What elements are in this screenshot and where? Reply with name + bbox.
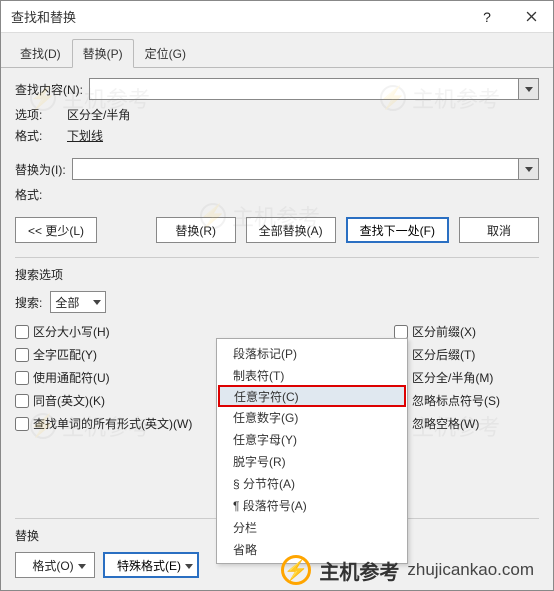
search-direction-row: 搜索: 全部 — [15, 291, 539, 313]
chevron-down-icon — [525, 87, 533, 92]
search-direction-select[interactable]: 全部 — [50, 291, 106, 313]
menu-item[interactable]: 任意数字(G) — [219, 406, 405, 428]
replace-with-label: 替换为(I): — [15, 161, 66, 178]
find-what-label: 查找内容(N): — [15, 81, 83, 98]
checkbox-label: 查找单词的所有形式(英文)(W) — [33, 415, 192, 432]
search-label: 搜索: — [15, 294, 42, 311]
chevron-down-icon — [185, 564, 193, 569]
format-info: 格式: 下划线 — [15, 127, 539, 144]
checkbox-label: 忽略空格(W) — [412, 415, 479, 432]
checkbox-row: 区分后缀(T) — [394, 346, 539, 363]
replace-with-dropdown[interactable] — [518, 159, 538, 179]
chevron-down-icon — [93, 300, 101, 305]
special-format-menu-button[interactable]: 特殊格式(E) — [103, 552, 199, 578]
replace-button[interactable]: 替换(R) — [156, 217, 236, 243]
checkbox[interactable] — [15, 417, 29, 431]
close-icon — [526, 11, 537, 22]
find-what-input[interactable] — [90, 79, 518, 99]
less-button[interactable]: << 更少(L) — [15, 217, 97, 243]
menu-item[interactable]: 制表符(T) — [219, 364, 405, 386]
menu-item[interactable]: § 分节符(A) — [219, 472, 405, 494]
format-menu-label: 格式(O) — [32, 557, 73, 574]
replace-with-input[interactable] — [73, 159, 518, 179]
format2-info: 格式: — [15, 186, 539, 203]
options-label: 选项: — [15, 106, 67, 123]
brand-overlay: ⚡ 主机参考 zhujicankao.com — [281, 555, 534, 585]
checks-right: 区分前缀(X) 区分后缀(T) 区分全/半角(M) 忽略标点符号(S) 忽略空格(W) — [394, 323, 539, 432]
chevron-down-icon — [78, 564, 86, 569]
menu-item[interactable]: 任意字符(C) — [218, 385, 406, 407]
tab-find[interactable]: 查找(D) — [9, 39, 72, 68]
menu-item[interactable]: 脱字号(R) — [219, 450, 405, 472]
close-button[interactable] — [509, 1, 553, 33]
checkbox-label: 区分后缀(T) — [412, 346, 475, 363]
format2-label: 格式: — [15, 186, 67, 203]
menu-item[interactable]: 任意字母(Y) — [219, 428, 405, 450]
chevron-down-icon — [525, 167, 533, 172]
tabstrip: 查找(D) 替换(P) 定位(G) — [1, 33, 553, 68]
options-value: 区分全/半角 — [67, 106, 130, 123]
special-format-menu-label: 特殊格式(E) — [117, 557, 181, 574]
tab-goto[interactable]: 定位(G) — [134, 39, 197, 68]
brand-url: zhujicankao.com — [407, 560, 534, 580]
checkbox[interactable] — [394, 325, 408, 339]
separator — [15, 257, 539, 258]
checkbox-row: 区分前缀(X) — [394, 323, 539, 340]
format-value: 下划线 — [67, 127, 103, 144]
button-row: << 更少(L) 替换(R) 全部替换(A) 查找下一处(F) 取消 — [15, 217, 539, 243]
checkbox-label: 使用通配符(U) — [33, 369, 110, 386]
replace-all-button[interactable]: 全部替换(A) — [246, 217, 336, 243]
search-direction-value: 全部 — [55, 294, 79, 311]
checkbox-label: 区分全/半角(M) — [412, 369, 493, 386]
menu-item[interactable]: 分栏 — [219, 516, 405, 538]
help-button[interactable]: ? — [465, 1, 509, 33]
checkbox-label: 全字匹配(Y) — [33, 346, 97, 363]
checkbox-label: 区分前缀(X) — [412, 323, 476, 340]
replace-with-row: 替换为(I): — [15, 158, 539, 180]
find-what-combo[interactable] — [89, 78, 539, 100]
format-menu-button[interactable]: 格式(O) — [15, 552, 95, 578]
search-options-label: 搜索选项 — [15, 266, 539, 283]
menu-item[interactable]: ¶ 段落符号(A) — [219, 494, 405, 516]
dialog-title: 查找和替换 — [1, 7, 465, 26]
cancel-button[interactable]: 取消 — [459, 217, 539, 243]
find-next-button[interactable]: 查找下一处(F) — [346, 217, 449, 243]
brand-text: 主机参考 — [319, 556, 399, 585]
checkbox-row: 忽略空格(W) — [394, 415, 539, 432]
checkbox-label: 忽略标点符号(S) — [412, 392, 500, 409]
options-info: 选项: 区分全/半角 — [15, 106, 539, 123]
checkbox[interactable] — [15, 394, 29, 408]
special-format-menu: 段落标记(P)制表符(T)任意字符(C)任意数字(G)任意字母(Y)脱字号(R)… — [216, 338, 408, 564]
titlebar: 查找和替换 ? — [1, 1, 553, 33]
format-label: 格式: — [15, 127, 67, 144]
checkbox-row: 区分全/半角(M) — [394, 369, 539, 386]
find-what-dropdown[interactable] — [518, 79, 538, 99]
checkbox-row: 忽略标点符号(S) — [394, 392, 539, 409]
menu-item[interactable]: 段落标记(P) — [219, 342, 405, 364]
checkbox-label: 同音(英文)(K) — [33, 392, 105, 409]
brand-icon: ⚡ — [281, 555, 311, 585]
tab-replace[interactable]: 替换(P) — [72, 39, 134, 68]
checkbox[interactable] — [15, 348, 29, 362]
checkbox[interactable] — [15, 371, 29, 385]
replace-with-combo[interactable] — [72, 158, 539, 180]
find-what-row: 查找内容(N): — [15, 78, 539, 100]
checkbox[interactable] — [15, 325, 29, 339]
checkbox-label: 区分大小写(H) — [33, 323, 110, 340]
